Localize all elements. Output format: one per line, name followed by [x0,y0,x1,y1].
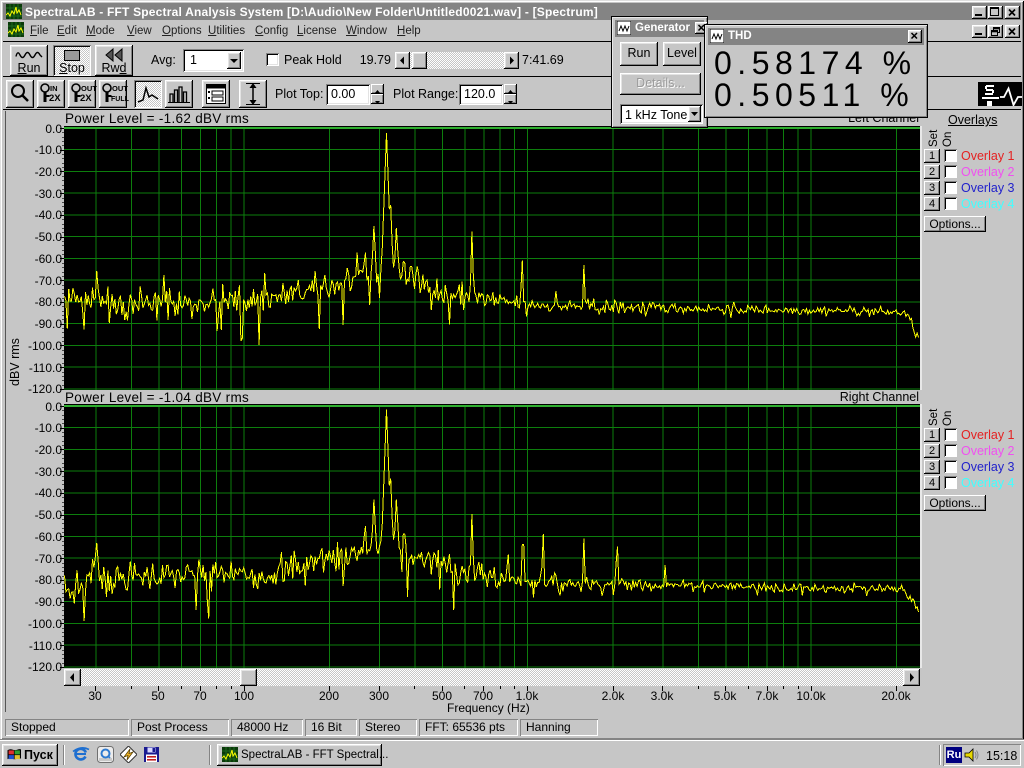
svg-text:FULL: FULL [111,96,130,103]
svg-text:OUT: OUT [81,84,97,93]
svg-text:2X: 2X [49,93,61,104]
svg-text:IN: IN [50,84,58,93]
svg-text:OUT: OUT [112,84,128,93]
svg-text:2X: 2X [80,93,92,104]
